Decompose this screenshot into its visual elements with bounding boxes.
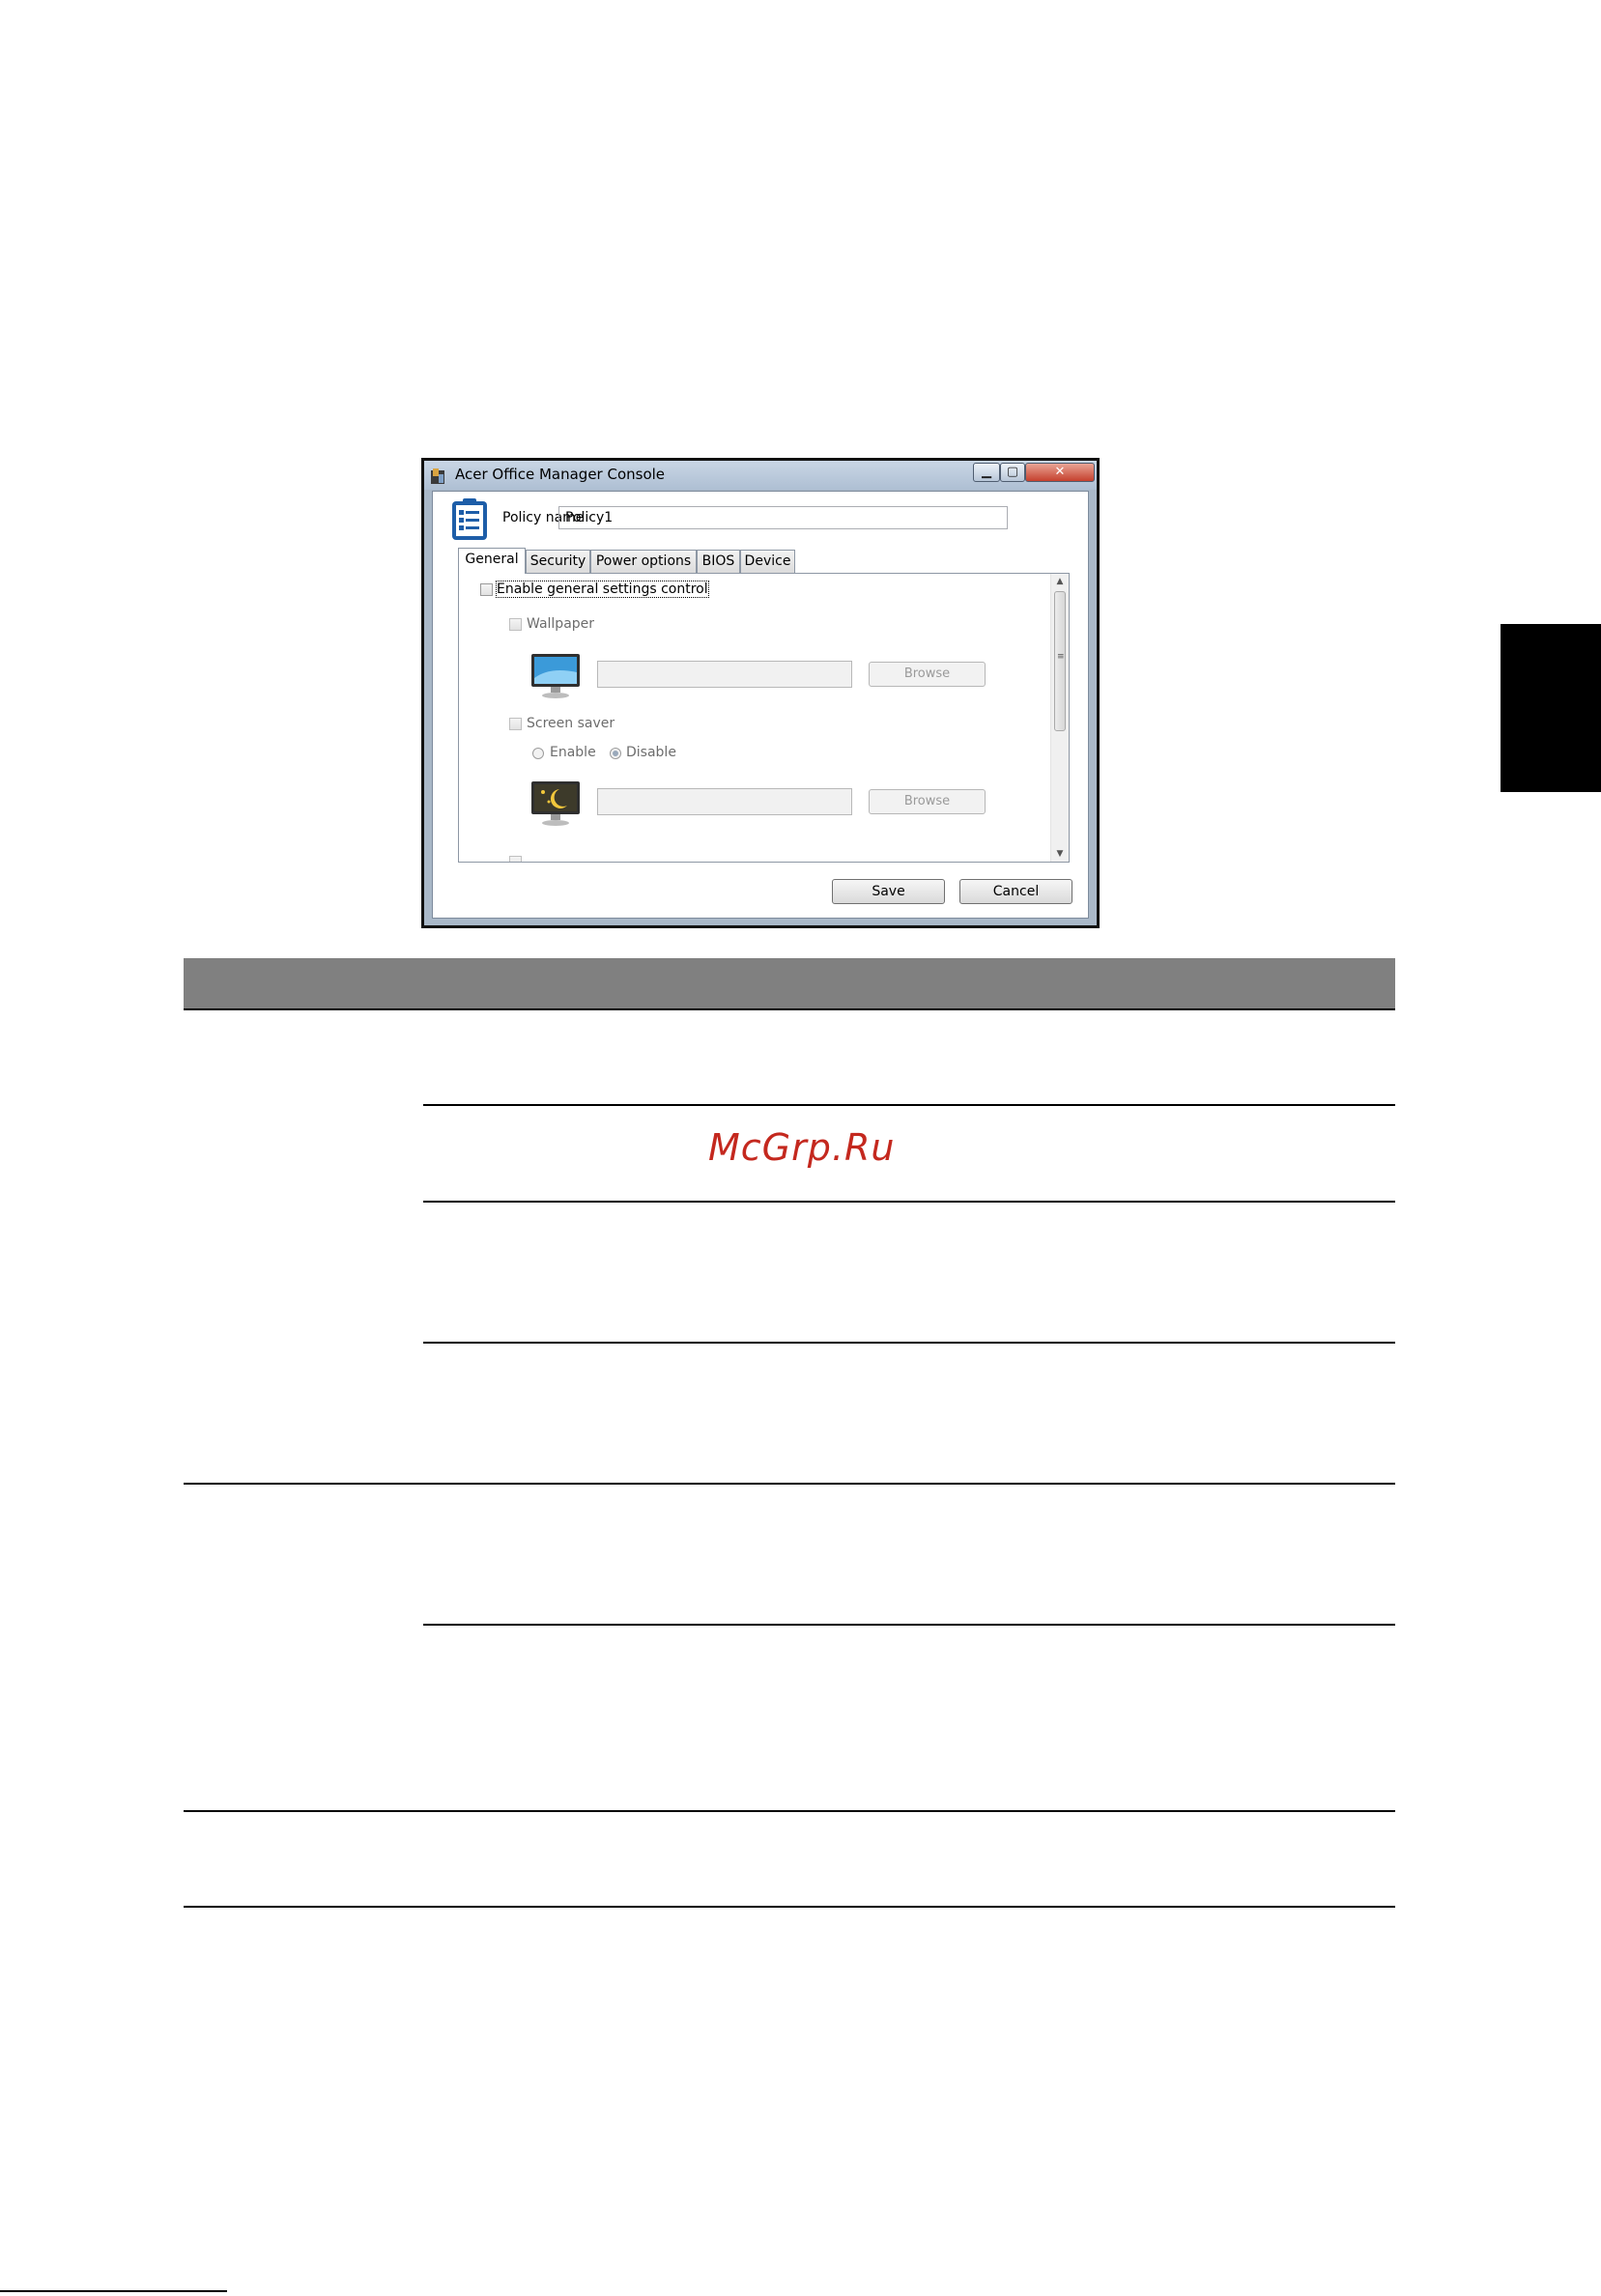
wallpaper-checkbox[interactable] [509,618,522,631]
screen-saver-enable-radio[interactable] [532,748,544,759]
wallpaper-browse-button[interactable]: Browse [869,662,986,687]
watermark-text: McGrp.Ru [708,1126,896,1169]
scroll-down-icon[interactable]: ▼ [1051,846,1069,862]
scroll-thumb[interactable]: ≡ [1054,591,1066,731]
screen-saver-checkbox[interactable] [509,718,522,730]
acer-office-manager-window: Acer Office Manager Console ▁ ▢ ✕ Policy… [421,458,1100,928]
footer-rule [0,2290,227,2292]
enable-general-settings-checkbox[interactable] [480,583,493,596]
table-rule [184,1008,1395,1010]
table-rule [423,1624,1395,1626]
tab-bios[interactable]: BIOS [697,550,740,573]
save-button[interactable]: Save [832,879,945,904]
dialog-client-area: Policy name Policy1 General Security Pow… [432,491,1089,919]
table-rule [423,1201,1395,1203]
tab-device[interactable]: Device [740,550,795,573]
chapter-side-tab [1501,624,1601,792]
tab-security[interactable]: Security [526,550,590,573]
screen-saver-monitor-icon [531,781,580,826]
maximize-button[interactable]: ▢ [1000,463,1025,482]
screen-saver-disable-label: Disable [626,745,676,760]
policy-document-icon [452,498,487,540]
title-bar[interactable]: Acer Office Manager Console ▁ ▢ ✕ [424,461,1097,490]
cancel-button[interactable]: Cancel [959,879,1072,904]
screen-saver-enable-label: Enable [550,745,596,760]
minimize-button[interactable]: ▁ [973,463,1000,482]
next-option-checkbox[interactable] [509,856,522,862]
screen-saver-label: Screen saver [527,716,615,731]
enable-general-settings-label[interactable]: Enable general settings control [496,581,709,598]
wallpaper-path-field[interactable] [597,661,852,688]
close-button[interactable]: ✕ [1025,463,1095,482]
table-rule [184,1906,1395,1908]
wallpaper-monitor-icon [531,654,580,698]
app-icon [431,468,444,484]
tab-power-options[interactable]: Power options [590,550,697,573]
table-header-bar [184,958,1395,1008]
table-rule [423,1104,1395,1106]
screen-saver-path-field[interactable] [597,788,852,815]
policy-name-input[interactable]: Policy1 [558,506,1008,529]
screen-saver-disable-radio[interactable] [610,748,621,759]
scroll-grip-icon: ≡ [1057,652,1065,662]
tab-general[interactable]: General [458,548,526,574]
table-rule [423,1342,1395,1344]
scroll-up-icon[interactable]: ▲ [1051,574,1069,589]
panel-scrollbar[interactable]: ▲ ≡ ▼ [1050,574,1069,862]
screen-saver-browse-button[interactable]: Browse [869,789,986,814]
table-rule [184,1483,1395,1485]
table-rule [184,1810,1395,1812]
general-settings-panel: Enable general settings control Wallpape… [458,573,1070,863]
window-title: Acer Office Manager Console [455,466,666,483]
wallpaper-label: Wallpaper [527,616,595,632]
